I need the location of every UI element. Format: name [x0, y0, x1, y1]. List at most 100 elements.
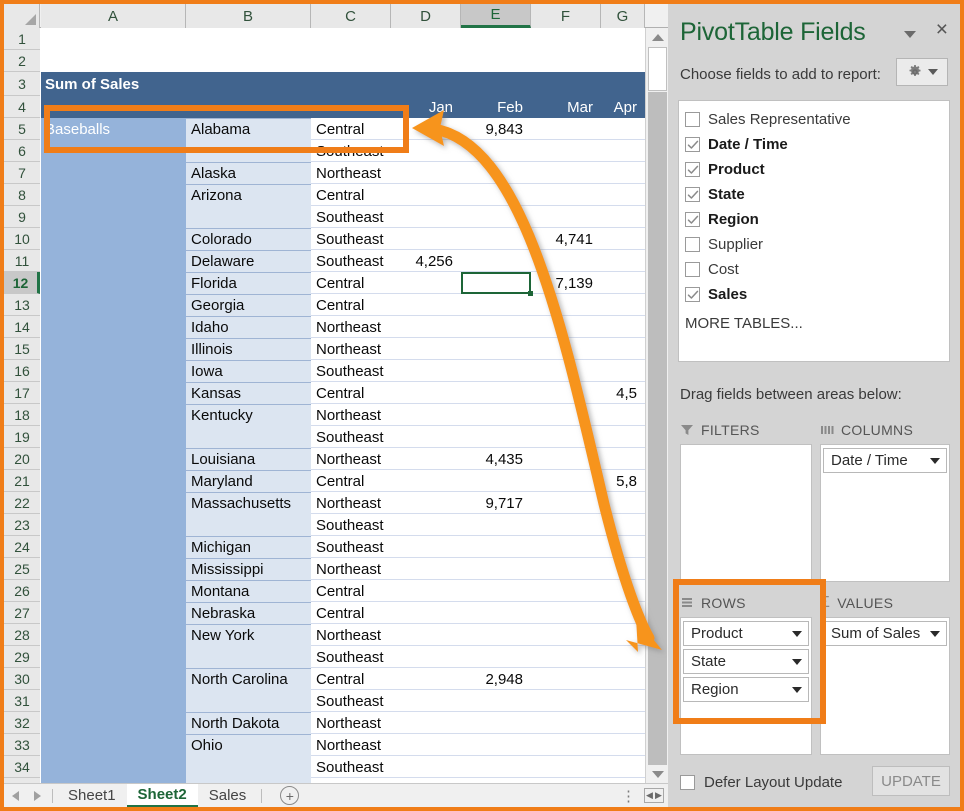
row-header-4[interactable]: 4 — [4, 96, 40, 118]
cell-feb-5[interactable]: 9,843 — [461, 118, 531, 140]
horizontal-scrollbar[interactable]: ◀ ▶ — [644, 788, 664, 803]
cell-region-34[interactable]: Southeast — [313, 756, 413, 778]
add-sheet-button[interactable]: + — [280, 786, 299, 805]
cell-state-15[interactable]: Illinois — [188, 338, 311, 360]
cell-apr-17[interactable]: 4,5 — [601, 382, 645, 404]
cell-state-13[interactable]: Georgia — [188, 294, 311, 316]
cell-feb-22[interactable]: 9,717 — [461, 492, 531, 514]
row-header-8[interactable]: 8 — [4, 184, 40, 206]
row-header-17[interactable]: 17 — [4, 382, 40, 404]
checkbox-checked-icon[interactable] — [685, 162, 700, 177]
cell-state-8[interactable]: Arizona — [188, 184, 311, 206]
column-header-e[interactable]: E — [461, 4, 531, 28]
cell-region-32[interactable]: Northeast — [313, 712, 413, 734]
cell-state-5[interactable]: Alabama — [188, 118, 311, 140]
field-row-product[interactable]: Product — [679, 157, 949, 182]
rows-field-pill-region[interactable]: Region — [683, 677, 809, 702]
select-all-corner[interactable] — [4, 4, 40, 28]
row-header-10[interactable]: 10 — [4, 228, 40, 250]
chevron-down-icon-rows-product[interactable] — [792, 631, 802, 637]
columns-field-pill[interactable]: Date / Time — [823, 448, 947, 473]
row-header-9[interactable]: 9 — [4, 206, 40, 228]
defer-layout-checkbox[interactable] — [680, 775, 695, 790]
cell-state-26[interactable]: Montana — [188, 580, 311, 602]
cell-region-29[interactable]: Southeast — [313, 646, 413, 668]
checkbox-icon[interactable] — [685, 112, 700, 127]
sheet-tab-sales[interactable]: Sales — [198, 784, 258, 808]
row-header-11[interactable]: 11 — [4, 250, 40, 272]
cell-state-27[interactable]: Nebraska — [188, 602, 311, 624]
row-header-20[interactable]: 20 — [4, 448, 40, 470]
cell-grid[interactable]: Sum of SalesJanFebMarAprBaseballsAlabama… — [41, 28, 645, 783]
field-list[interactable]: Sales RepresentativeDate / TimeProductSt… — [678, 100, 950, 362]
checkbox-checked-icon[interactable] — [685, 137, 700, 152]
cell-state-18[interactable]: Kentucky — [188, 404, 311, 426]
scrollbar-track[interactable] — [648, 92, 667, 765]
sheet-tab-sheet1[interactable]: Sheet1 — [57, 784, 127, 808]
fill-handle[interactable] — [528, 291, 533, 296]
row-header-33[interactable]: 33 — [4, 734, 40, 756]
row-header-14[interactable]: 14 — [4, 316, 40, 338]
column-header-a[interactable]: A — [41, 4, 186, 28]
column-header-c[interactable]: C — [311, 4, 391, 28]
field-row-cost[interactable]: Cost — [679, 257, 949, 282]
row-header-29[interactable]: 29 — [4, 646, 40, 668]
field-list-settings-button[interactable] — [896, 58, 948, 86]
row-header-30[interactable]: 30 — [4, 668, 40, 690]
chevron-down-icon-rows-region[interactable] — [792, 687, 802, 693]
row-header-27[interactable]: 27 — [4, 602, 40, 624]
cell-region-7[interactable]: Northeast — [313, 162, 413, 184]
cell-region-9[interactable]: Southeast — [313, 206, 413, 228]
cell-state-33[interactable]: Ohio — [188, 734, 311, 756]
cell-state-11[interactable]: Delaware — [188, 250, 311, 272]
checkbox-checked-icon[interactable] — [685, 187, 700, 202]
rows-field-pill-state[interactable]: State — [683, 649, 809, 674]
cell-region-22[interactable]: Northeast — [313, 492, 413, 514]
cell-state-24[interactable]: Michigan — [188, 536, 311, 558]
field-row-region[interactable]: Region — [679, 207, 949, 232]
row-header-16[interactable]: 16 — [4, 360, 40, 382]
cell-region-23[interactable]: Southeast — [313, 514, 413, 536]
row-header-18[interactable]: 18 — [4, 404, 40, 426]
row-header-26[interactable]: 26 — [4, 580, 40, 602]
scroll-down-button[interactable] — [648, 765, 667, 783]
more-tables-link[interactable]: MORE TABLES... — [679, 315, 949, 332]
scroll-up-button[interactable] — [648, 28, 667, 46]
row-header-31[interactable]: 31 — [4, 690, 40, 712]
cell-region-10[interactable]: Southeast — [313, 228, 413, 250]
row-header-34[interactable]: 34 — [4, 756, 40, 778]
row-header-19[interactable]: 19 — [4, 426, 40, 448]
checkbox-icon[interactable] — [685, 262, 700, 277]
cell-feb-20[interactable]: 4,435 — [461, 448, 531, 470]
cell-region-25[interactable]: Northeast — [313, 558, 413, 580]
row-header-23[interactable]: 23 — [4, 514, 40, 536]
column-header-d[interactable]: D — [391, 4, 461, 28]
checkbox-checked-icon[interactable] — [685, 287, 700, 302]
vertical-scrollbar[interactable] — [645, 28, 668, 783]
tab-nav-previous[interactable] — [4, 785, 26, 807]
cell-region-20[interactable]: Northeast — [313, 448, 413, 470]
row-header-13[interactable]: 13 — [4, 294, 40, 316]
cell-region-28[interactable]: Northeast — [313, 624, 413, 646]
row-header-32[interactable]: 32 — [4, 712, 40, 734]
field-row-date-time[interactable]: Date / Time — [679, 132, 949, 157]
cell-region-24[interactable]: Southeast — [313, 536, 413, 558]
rows-field-pill-product[interactable]: Product — [683, 621, 809, 646]
checkbox-icon[interactable] — [685, 237, 700, 252]
cell-region-21[interactable]: Central — [313, 470, 413, 492]
cell-region-17[interactable]: Central — [313, 382, 413, 404]
cell-region-13[interactable]: Central — [313, 294, 413, 316]
cell-apr-21[interactable]: 5,8 — [601, 470, 645, 492]
row-header-21[interactable]: 21 — [4, 470, 40, 492]
scrollbar-thumb[interactable] — [648, 47, 667, 91]
row-header-22[interactable]: 22 — [4, 492, 40, 514]
cell-state-25[interactable]: Mississippi — [188, 558, 311, 580]
cell-region-26[interactable]: Central — [313, 580, 413, 602]
cell-state-20[interactable]: Louisiana — [188, 448, 311, 470]
row-header-5[interactable]: 5 — [4, 118, 40, 140]
cell-state-10[interactable]: Colorado — [188, 228, 311, 250]
cell-region-5[interactable]: Central — [313, 118, 413, 140]
cell-feb-30[interactable]: 2,948 — [461, 668, 531, 690]
field-row-supplier[interactable]: Supplier — [679, 232, 949, 257]
cell-jan-11[interactable]: 4,256 — [391, 250, 461, 272]
